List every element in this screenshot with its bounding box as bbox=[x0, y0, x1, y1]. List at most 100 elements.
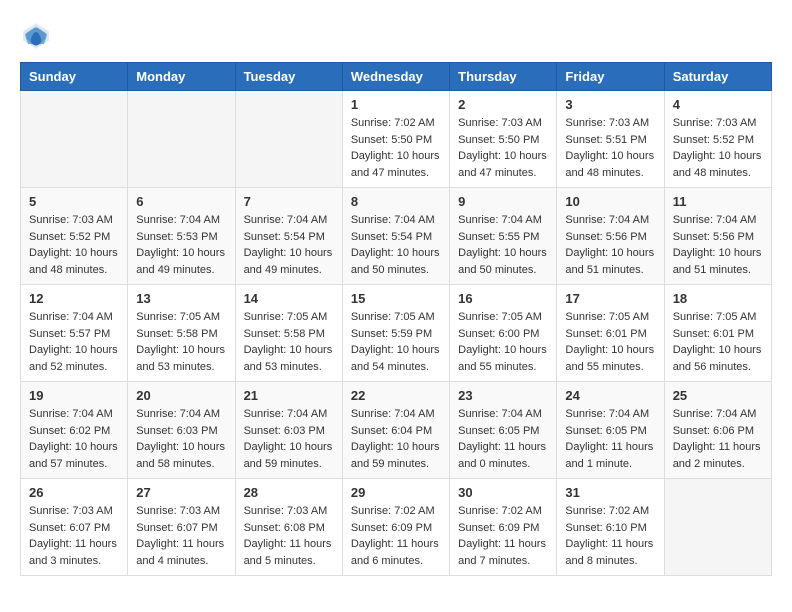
day-number: 27 bbox=[136, 485, 226, 500]
day-cell: 12Sunrise: 7:04 AM Sunset: 5:57 PM Dayli… bbox=[21, 285, 128, 382]
logo-icon bbox=[20, 20, 52, 52]
day-info: Sunrise: 7:05 AM Sunset: 6:00 PM Dayligh… bbox=[458, 309, 548, 375]
day-number: 5 bbox=[29, 194, 119, 209]
day-info: Sunrise: 7:05 AM Sunset: 5:58 PM Dayligh… bbox=[136, 309, 226, 375]
day-number: 20 bbox=[136, 388, 226, 403]
day-cell: 30 Sunrise: 7:02 AM Sunset: 6:09 PM Dayli… bbox=[450, 479, 557, 576]
day-cell: 13 Sunrise: 7:05 AM Sunset: 5:58 PM Dayli… bbox=[128, 285, 235, 382]
day-cell: 21 Sunrise: 7:04 AM Sunset: 6:03 PM Dayli… bbox=[235, 382, 342, 479]
day-info: Sunrise: 7:04 AM Sunset: 6:04 PM Dayligh… bbox=[351, 406, 441, 472]
day-info: Sunrise: 7:02 AM Sunset: 6:09 PM Dayligh… bbox=[351, 503, 441, 569]
column-header-wednesday: Wednesday bbox=[342, 63, 449, 91]
day-info: Sunrise: 7:03 AM Sunset: 6:08 PM Dayligh… bbox=[244, 503, 334, 569]
day-cell: 8 Sunrise: 7:04 AM Sunset: 5:54 PM Daylig… bbox=[342, 188, 449, 285]
day-info: Sunrise: 7:04 AM Sunset: 6:03 PM Dayligh… bbox=[136, 406, 226, 472]
day-info: Sunrise: 7:02 AM Sunset: 6:10 PM Dayligh… bbox=[565, 503, 655, 569]
day-info: Sunrise: 7:04 AM Sunset: 5:54 PM Dayligh… bbox=[244, 212, 334, 278]
day-headers-row: SundayMondayTuesdayWednesdayThursdayFrid… bbox=[21, 63, 772, 91]
week-row-2: 5 Sunrise: 7:03 AM Sunset: 5:52 PM Daylig… bbox=[21, 188, 772, 285]
day-info: Sunrise: 7:03 AM Sunset: 5:52 PM Dayligh… bbox=[29, 212, 119, 278]
day-number: 18 bbox=[673, 291, 763, 306]
day-cell: 3Sunrise: 7:03 AM Sunset: 5:51 PM Daylig… bbox=[557, 91, 664, 188]
day-cell bbox=[128, 91, 235, 188]
day-cell: 2Sunrise: 7:03 AM Sunset: 5:50 PM Daylig… bbox=[450, 91, 557, 188]
day-number: 24 bbox=[565, 388, 655, 403]
day-cell: 22 Sunrise: 7:04 AM Sunset: 6:04 PM Dayli… bbox=[342, 382, 449, 479]
day-cell: 23 Sunrise: 7:04 AM Sunset: 6:05 PM Dayli… bbox=[450, 382, 557, 479]
logo bbox=[20, 20, 58, 52]
day-info: Sunrise: 7:04 AM Sunset: 6:05 PM Dayligh… bbox=[458, 406, 548, 472]
day-number: 29 bbox=[351, 485, 441, 500]
day-cell: 15 Sunrise: 7:05 AM Sunset: 5:59 PM Dayli… bbox=[342, 285, 449, 382]
day-info: Sunrise: 7:02 AM Sunset: 6:09 PM Dayligh… bbox=[458, 503, 548, 569]
day-number: 23 bbox=[458, 388, 548, 403]
day-info: Sunrise: 7:03 AM Sunset: 6:07 PM Dayligh… bbox=[136, 503, 226, 569]
day-info: Sunrise: 7:04 AM Sunset: 6:02 PM Dayligh… bbox=[29, 406, 119, 472]
day-info: Sunrise: 7:05 AM Sunset: 5:59 PM Dayligh… bbox=[351, 309, 441, 375]
day-number: 25 bbox=[673, 388, 763, 403]
day-number: 21 bbox=[244, 388, 334, 403]
day-number: 15 bbox=[351, 291, 441, 306]
day-info: Sunrise: 7:04 AM Sunset: 5:56 PM Dayligh… bbox=[673, 212, 763, 278]
day-info: Sunrise: 7:05 AM Sunset: 6:01 PM Dayligh… bbox=[673, 309, 763, 375]
day-cell: 1Sunrise: 7:02 AM Sunset: 5:50 PM Daylig… bbox=[342, 91, 449, 188]
week-row-3: 12Sunrise: 7:04 AM Sunset: 5:57 PM Dayli… bbox=[21, 285, 772, 382]
day-cell: 11 Sunrise: 7:04 AM Sunset: 5:56 PM Dayli… bbox=[664, 188, 771, 285]
day-info: Sunrise: 7:04 AM Sunset: 5:57 PM Dayligh… bbox=[29, 309, 119, 375]
day-cell: 28 Sunrise: 7:03 AM Sunset: 6:08 PM Dayli… bbox=[235, 479, 342, 576]
day-cell bbox=[235, 91, 342, 188]
day-info: Sunrise: 7:04 AM Sunset: 5:53 PM Dayligh… bbox=[136, 212, 226, 278]
day-number: 10 bbox=[565, 194, 655, 209]
day-cell: 18 Sunrise: 7:05 AM Sunset: 6:01 PM Dayli… bbox=[664, 285, 771, 382]
day-number: 16 bbox=[458, 291, 548, 306]
week-row-4: 19 Sunrise: 7:04 AM Sunset: 6:02 PM Dayli… bbox=[21, 382, 772, 479]
day-number: 22 bbox=[351, 388, 441, 403]
day-cell bbox=[664, 479, 771, 576]
column-header-saturday: Saturday bbox=[664, 63, 771, 91]
day-info: Sunrise: 7:04 AM Sunset: 5:54 PM Dayligh… bbox=[351, 212, 441, 278]
calendar-table: SundayMondayTuesdayWednesdayThursdayFrid… bbox=[20, 62, 772, 576]
day-info: Sunrise: 7:04 AM Sunset: 5:56 PM Dayligh… bbox=[565, 212, 655, 278]
day-number: 1 bbox=[351, 97, 441, 112]
day-info: Sunrise: 7:03 AM Sunset: 5:51 PM Dayligh… bbox=[565, 115, 655, 181]
day-cell: 19 Sunrise: 7:04 AM Sunset: 6:02 PM Dayli… bbox=[21, 382, 128, 479]
column-header-thursday: Thursday bbox=[450, 63, 557, 91]
day-info: Sunrise: 7:04 AM Sunset: 6:05 PM Dayligh… bbox=[565, 406, 655, 472]
day-cell: 20 Sunrise: 7:04 AM Sunset: 6:03 PM Dayli… bbox=[128, 382, 235, 479]
day-number: 19 bbox=[29, 388, 119, 403]
day-info: Sunrise: 7:03 AM Sunset: 5:52 PM Dayligh… bbox=[673, 115, 763, 181]
day-number: 26 bbox=[29, 485, 119, 500]
day-cell bbox=[21, 91, 128, 188]
day-cell: 6Sunrise: 7:04 AM Sunset: 5:53 PM Daylig… bbox=[128, 188, 235, 285]
column-header-monday: Monday bbox=[128, 63, 235, 91]
day-cell: 31 Sunrise: 7:02 AM Sunset: 6:10 PM Dayli… bbox=[557, 479, 664, 576]
day-cell: 29 Sunrise: 7:02 AM Sunset: 6:09 PM Dayli… bbox=[342, 479, 449, 576]
day-number: 17 bbox=[565, 291, 655, 306]
day-number: 9 bbox=[458, 194, 548, 209]
week-row-5: 26 Sunrise: 7:03 AM Sunset: 6:07 PM Dayli… bbox=[21, 479, 772, 576]
day-number: 14 bbox=[244, 291, 334, 306]
day-number: 31 bbox=[565, 485, 655, 500]
column-header-sunday: Sunday bbox=[21, 63, 128, 91]
day-cell: 5 Sunrise: 7:03 AM Sunset: 5:52 PM Daylig… bbox=[21, 188, 128, 285]
day-cell: 4Sunrise: 7:03 AM Sunset: 5:52 PM Daylig… bbox=[664, 91, 771, 188]
day-number: 11 bbox=[673, 194, 763, 209]
day-info: Sunrise: 7:04 AM Sunset: 6:06 PM Dayligh… bbox=[673, 406, 763, 472]
day-cell: 14Sunrise: 7:05 AM Sunset: 5:58 PM Dayli… bbox=[235, 285, 342, 382]
page-header bbox=[20, 20, 772, 52]
day-cell: 27 Sunrise: 7:03 AM Sunset: 6:07 PM Dayli… bbox=[128, 479, 235, 576]
column-header-friday: Friday bbox=[557, 63, 664, 91]
column-header-tuesday: Tuesday bbox=[235, 63, 342, 91]
day-info: Sunrise: 7:05 AM Sunset: 6:01 PM Dayligh… bbox=[565, 309, 655, 375]
day-number: 13 bbox=[136, 291, 226, 306]
day-number: 30 bbox=[458, 485, 548, 500]
day-cell: 17 Sunrise: 7:05 AM Sunset: 6:01 PM Dayli… bbox=[557, 285, 664, 382]
day-cell: 7Sunrise: 7:04 AM Sunset: 5:54 PM Daylig… bbox=[235, 188, 342, 285]
day-info: Sunrise: 7:04 AM Sunset: 6:03 PM Dayligh… bbox=[244, 406, 334, 472]
day-number: 8 bbox=[351, 194, 441, 209]
day-number: 28 bbox=[244, 485, 334, 500]
day-cell: 9Sunrise: 7:04 AM Sunset: 5:55 PM Daylig… bbox=[450, 188, 557, 285]
day-cell: 16 Sunrise: 7:05 AM Sunset: 6:00 PM Dayli… bbox=[450, 285, 557, 382]
day-cell: 26Sunrise: 7:03 AM Sunset: 6:07 PM Dayli… bbox=[21, 479, 128, 576]
day-cell: 10 Sunrise: 7:04 AM Sunset: 5:56 PM Dayli… bbox=[557, 188, 664, 285]
